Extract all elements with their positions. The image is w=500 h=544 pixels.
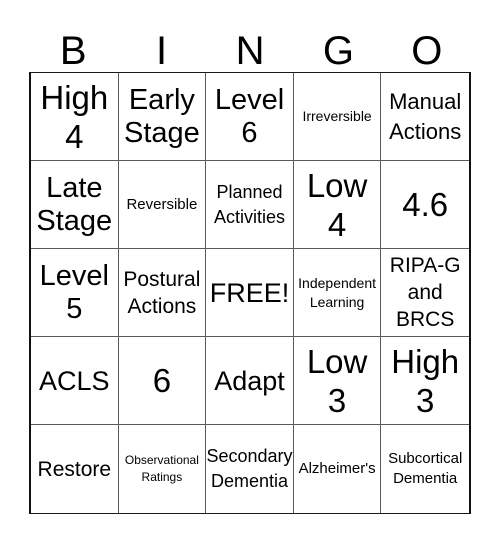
bingo-cell-label: Alzheimer's (298, 460, 376, 477)
bingo-header: B I N G O (29, 30, 471, 72)
free-space-cell[interactable]: FREE! (206, 249, 294, 337)
bingo-cell-label: Postural Actions (123, 267, 201, 318)
bingo-cell-g4[interactable]: Low 3 (293, 337, 382, 425)
bingo-cell-label: Reversible (126, 195, 198, 213)
bingo-cell-b3[interactable]: Level 5 (31, 249, 119, 337)
bingo-cell-label: ACLS (39, 365, 110, 396)
bingo-cell-label: Restore (37, 457, 112, 481)
bingo-cell-g1[interactable]: Irreversible (293, 73, 382, 161)
bingo-cell-label: Level 5 (39, 259, 109, 325)
header-letter-g: G (322, 29, 354, 73)
bingo-cell-label: Low 4 (306, 166, 368, 243)
bingo-cell-b1[interactable]: High 4 (31, 73, 119, 161)
bingo-cell-n2[interactable]: Planned Activities (206, 161, 294, 249)
bingo-cell-label: High 4 (40, 78, 109, 155)
bingo-cell-label: Irreversible (302, 108, 372, 124)
bingo-cell-label: Level 6 (214, 83, 285, 149)
bingo-cell-b5[interactable]: Restore (31, 425, 119, 513)
bingo-cell-n5[interactable]: Secondary Dementia (206, 425, 294, 513)
bingo-cell-g2[interactable]: Low 4 (293, 161, 382, 249)
bingo-cell-i2[interactable]: Reversible (118, 161, 207, 249)
bingo-cell-n1[interactable]: Level 6 (206, 73, 294, 161)
bingo-cell-label: 6 (152, 362, 172, 399)
bingo-cell-label: Manual Actions (389, 88, 462, 144)
bingo-cell-b4[interactable]: ACLS (31, 337, 119, 425)
bingo-cell-label: FREE! (209, 277, 290, 308)
bingo-cell-label: RIPA-G and BRCS (389, 254, 461, 331)
header-letter-b: B (59, 29, 87, 73)
bingo-cell-i5[interactable]: Observational Ratings (119, 425, 207, 513)
bingo-cell-g5[interactable]: Alzheimer's (294, 425, 382, 513)
bingo-cell-label: Secondary Dementia (206, 446, 293, 491)
header-letter-i: I (156, 29, 168, 73)
bingo-cell-o1[interactable]: Manual Actions (381, 73, 469, 161)
bingo-cell-o2[interactable]: 4.6 (381, 161, 469, 249)
bingo-cell-label: Subcortical Dementia (388, 450, 463, 487)
bingo-cell-g3[interactable]: Independent Learning (293, 249, 382, 337)
bingo-cell-o4[interactable]: High 3 (381, 337, 469, 425)
bingo-cell-label: Low 3 (306, 342, 368, 419)
bingo-cell-i3[interactable]: Postural Actions (118, 249, 207, 337)
header-letter-n: N (235, 29, 265, 73)
bingo-cell-label: 4.6 (402, 186, 449, 223)
bingo-cell-i4[interactable]: 6 (118, 337, 207, 425)
bingo-cell-label: Observational Ratings (124, 453, 199, 484)
bingo-cell-label: Late Stage (36, 171, 113, 237)
bingo-cell-label: High 3 (391, 342, 460, 419)
bingo-cell-label: Early Stage (123, 83, 200, 149)
bingo-cell-n4[interactable]: Adapt (206, 337, 294, 425)
header-letter-o: O (411, 29, 443, 73)
bingo-card-grid: High 4 Early Stage Level 6 Irreversible Manu… (29, 72, 471, 514)
bingo-cell-o5[interactable]: Subcortical Dementia (381, 425, 469, 513)
bingo-cell-i1[interactable]: Early Stage (118, 73, 207, 161)
bingo-cell-b2[interactable]: Late Stage (31, 161, 119, 249)
bingo-cell-label: Adapt (214, 365, 285, 396)
bingo-cell-o3[interactable]: RIPA-G and BRCS (381, 249, 469, 337)
bingo-cell-label: Planned Activities (213, 181, 285, 227)
bingo-cell-label: Independent Learning (298, 274, 377, 310)
